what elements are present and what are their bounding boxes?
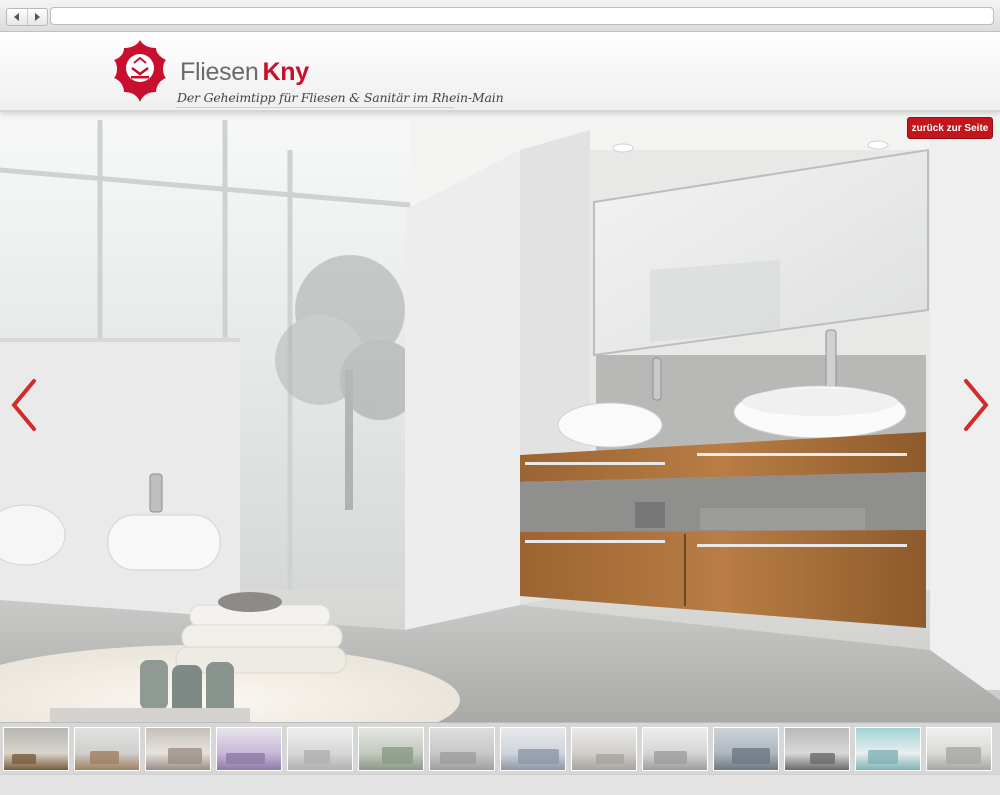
thumbnail-detail xyxy=(518,749,559,764)
thumbnail-detail xyxy=(596,754,624,764)
page-footer xyxy=(0,774,1000,795)
tagline: Der Geheimtipp für Fliesen & Sanitär im … xyxy=(177,90,504,105)
tagline-underline xyxy=(176,107,454,108)
thumbnail-strip xyxy=(0,722,1000,775)
brand-name: Fliesen Kny xyxy=(180,58,309,87)
thumbnail-detail xyxy=(12,754,36,764)
gallery-thumbnail[interactable] xyxy=(713,727,779,771)
back-to-page-button[interactable]: zurück zur Seite xyxy=(907,117,993,139)
thumbnail-detail xyxy=(946,747,981,764)
thumbnail-detail xyxy=(868,750,898,764)
gallery-thumbnail[interactable] xyxy=(926,727,992,771)
thumbnail-detail xyxy=(382,747,413,764)
gallery-thumbnail[interactable] xyxy=(74,727,140,771)
gallery-thumbnail[interactable] xyxy=(642,727,708,771)
browser-nav-buttons xyxy=(6,8,48,26)
address-bar[interactable] xyxy=(50,7,994,25)
forward-icon[interactable] xyxy=(26,9,48,25)
gallery-thumbnail[interactable] xyxy=(145,727,211,771)
bathroom-photo xyxy=(0,110,1000,722)
gallery-thumbnail[interactable] xyxy=(3,727,69,771)
thumbnail-detail xyxy=(732,748,770,764)
brand-name-part2: Kny xyxy=(262,58,310,86)
gallery-thumbnail[interactable] xyxy=(287,727,353,771)
fliesen-kny-logo[interactable] xyxy=(112,38,168,104)
thumbnail-detail xyxy=(90,751,119,764)
gallery-thumbnail[interactable] xyxy=(429,727,495,771)
gallery-thumbnail[interactable] xyxy=(216,727,282,771)
brand-name-part1: Fliesen xyxy=(180,58,259,86)
chevron-left-icon[interactable] xyxy=(4,375,44,435)
site-header: Fliesen Kny Der Geheimtipp für Fliesen & … xyxy=(0,32,1000,112)
thumbnail-detail xyxy=(654,751,687,764)
gallery-thumbnail[interactable] xyxy=(500,727,566,771)
thumbnail-detail xyxy=(226,753,265,764)
thumbnail-detail xyxy=(304,750,330,764)
thumbnail-detail xyxy=(440,752,476,764)
gallery-thumbnail[interactable] xyxy=(358,727,424,771)
chevron-right-icon[interactable] xyxy=(956,375,996,435)
back-icon[interactable] xyxy=(7,9,27,25)
gallery-thumbnail[interactable] xyxy=(571,727,637,771)
gallery-thumbnail[interactable] xyxy=(855,727,921,771)
thumbnail-detail xyxy=(810,753,835,764)
browser-toolbar xyxy=(0,0,1000,32)
thumbnail-detail xyxy=(168,748,202,764)
gallery-thumbnail[interactable] xyxy=(784,727,850,771)
gallery-main-image xyxy=(0,110,1000,722)
